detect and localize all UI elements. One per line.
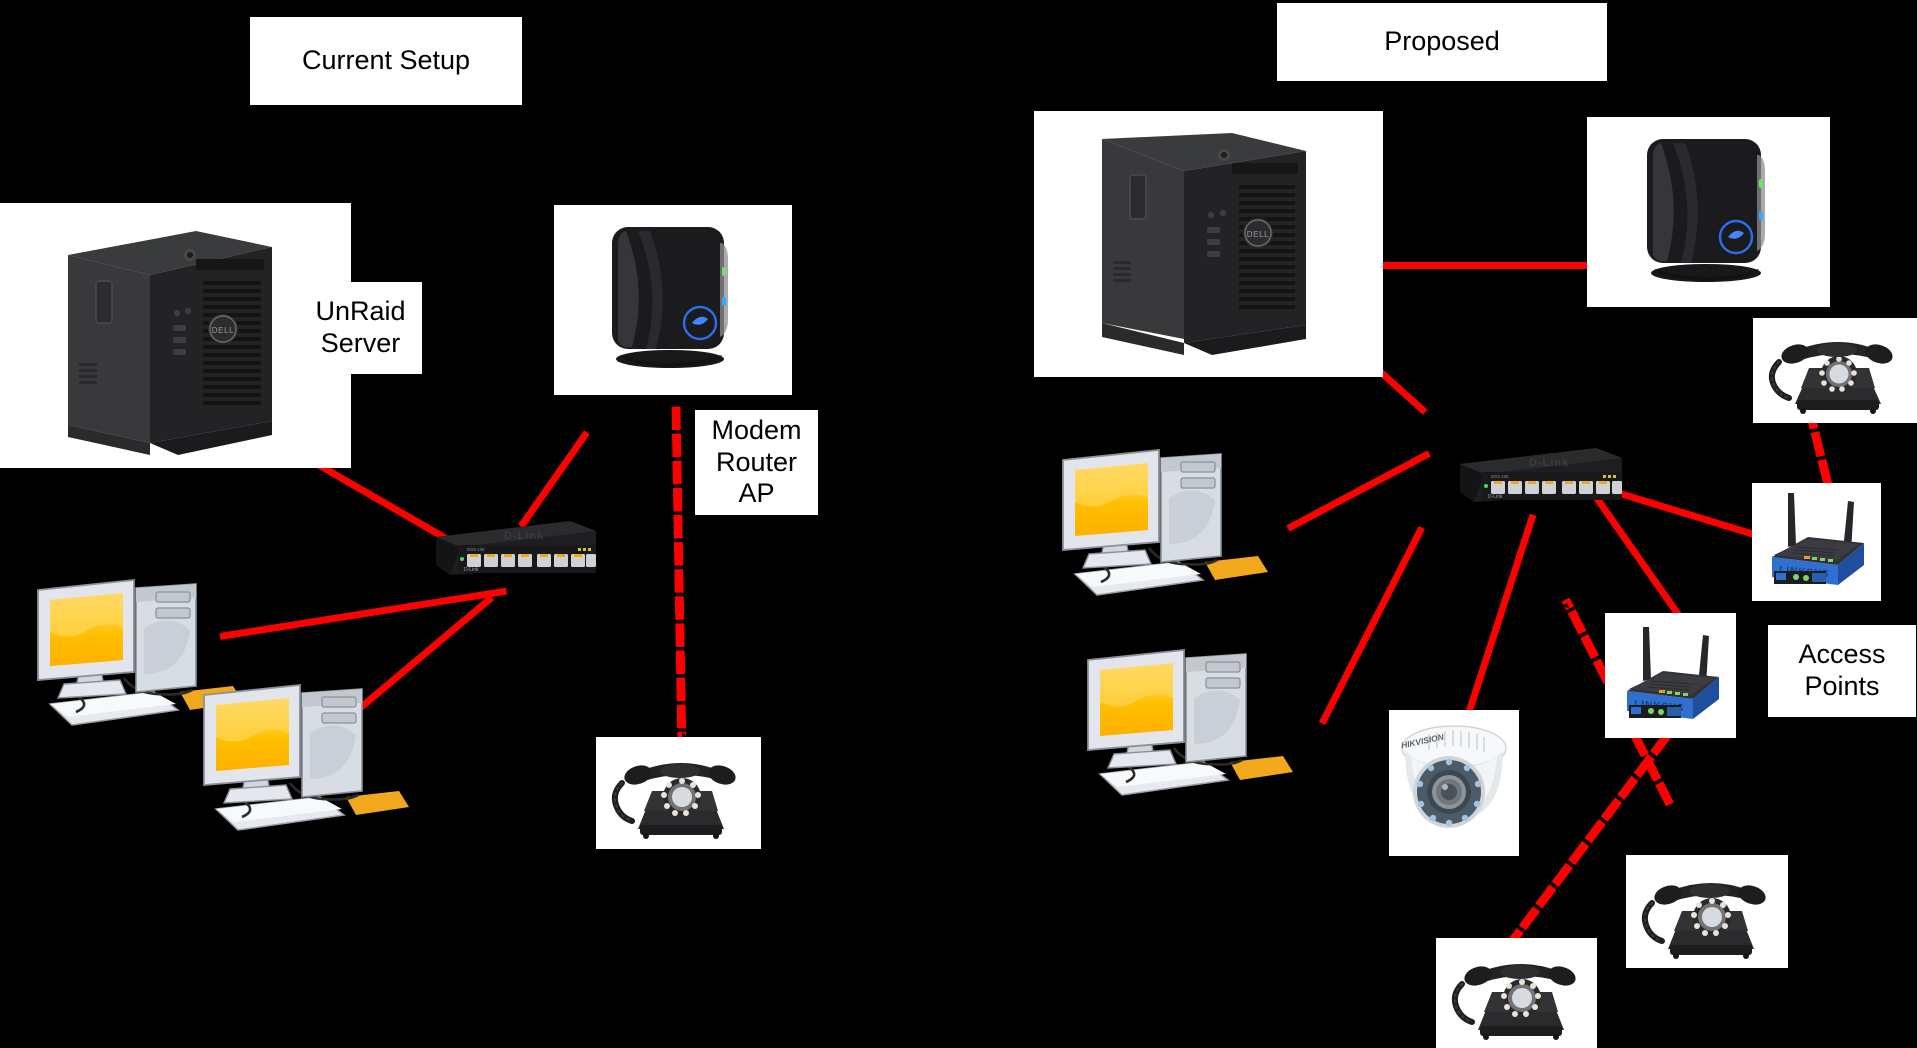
label-unraid-line2: Server [320, 328, 401, 358]
svg-text:D-Link: D-Link [504, 530, 544, 542]
label-modem-line1: Modem [711, 414, 802, 445]
title-proposed-text: Proposed [1384, 26, 1500, 57]
title-current-setup: Current Setup [250, 17, 522, 105]
telephone-icon [1436, 938, 1597, 1048]
photo-access-point-1: LINKSYS [1605, 613, 1736, 738]
link-camera-to-switch-right [1458, 513, 1537, 735]
network-diagram-canvas: Current Setup Proposed DELL UnRaid Serve… [0, 0, 1917, 1048]
ethernet-switch-icon: D-Link D-Link DGS-108 [420, 513, 596, 580]
link-pc1-to-switch-left [219, 587, 507, 640]
photo-access-point-2: LINKSYS [1752, 483, 1881, 601]
label-modem-line2: Router [715, 446, 798, 477]
device-desktop-pc-2-right [1078, 640, 1293, 805]
photo-telephone-left [596, 737, 761, 849]
telephone-icon [596, 737, 761, 849]
photo-telephone-3-right [1436, 938, 1597, 1048]
svg-text:D-Link: D-Link [464, 567, 479, 573]
telephone-icon [1753, 318, 1917, 423]
dome-camera-icon: HIKVISION [1389, 710, 1519, 856]
photo-modem-router-right [1587, 117, 1830, 307]
telephone-icon [1626, 855, 1788, 968]
ethernet-switch-icon: D-Link D-Link DGS-108 [1444, 440, 1622, 507]
photo-modem-router-left [554, 205, 792, 395]
modem-router-icon [554, 205, 792, 395]
title-proposed: Proposed [1277, 3, 1607, 81]
svg-text:DGS-108: DGS-108 [1491, 474, 1509, 479]
device-dlink-switch-left: D-Link D-Link DGS-108 [420, 513, 596, 580]
label-access-points-line1: Access [1798, 639, 1886, 670]
device-desktop-pc-1-right [1053, 440, 1268, 605]
photo-telephone-1-right [1753, 318, 1917, 423]
device-dlink-switch-right: D-Link D-Link DGS-108 [1444, 440, 1622, 507]
label-access-points-line2: Points [1804, 671, 1880, 701]
desktop-pc-icon [194, 675, 409, 840]
link-pc1-to-switch-right [1286, 450, 1431, 532]
desktop-pc-icon [1078, 640, 1293, 805]
photo-ip-camera: HIKVISION [1389, 710, 1519, 856]
label-unraid-line1: UnRaid [315, 296, 406, 327]
photo-telephone-2-right [1626, 855, 1788, 968]
title-current-setup-text: Current Setup [301, 45, 471, 76]
tower-server-icon: DELL [1034, 111, 1383, 377]
device-desktop-pc-2-left [194, 675, 409, 840]
link-modem-to-phone-left [671, 406, 687, 742]
label-modem-router-ap: Modem Router AP [695, 410, 818, 515]
svg-text:D-Link: D-Link [1488, 494, 1503, 500]
wireless-ap-icon: LINKSYS [1605, 613, 1736, 738]
wireless-ap-icon: LINKSYS [1752, 483, 1881, 601]
svg-text:D-Link: D-Link [1529, 457, 1569, 469]
svg-text:DELL: DELL [1247, 230, 1269, 239]
photo-unraid-server-right: DELL [1034, 111, 1383, 377]
label-modem-line3: AP [738, 478, 775, 509]
label-unraid-server: UnRaid Server [299, 282, 422, 374]
modem-router-icon [1587, 117, 1830, 307]
label-access-points: Access Points [1768, 625, 1916, 717]
link-pc2-to-switch-right [1318, 525, 1425, 726]
desktop-pc-icon [1053, 440, 1268, 605]
svg-text:DELL: DELL [212, 326, 234, 335]
svg-text:DGS-108: DGS-108 [467, 547, 485, 552]
